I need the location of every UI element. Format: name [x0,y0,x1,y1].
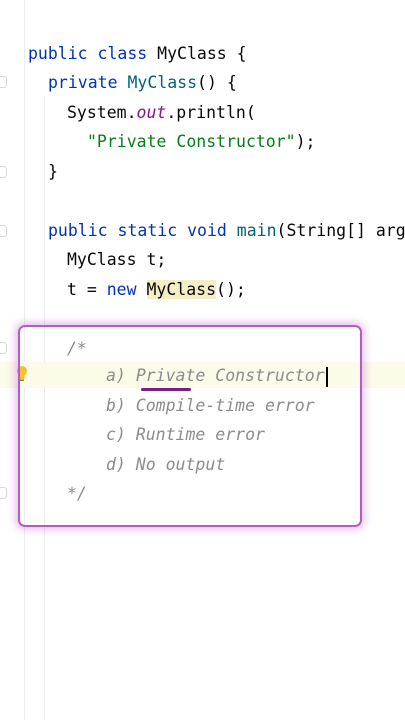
println-call[interactable]: System.out.println( [67,101,256,125]
main-declaration[interactable]: public static void main(String[] arg [48,219,405,243]
fold-marker-icon[interactable] [0,342,7,354]
fold-marker-icon[interactable] [0,166,7,178]
fold-marker-icon[interactable] [0,76,7,88]
variable-declaration[interactable]: MyClass t; [67,248,166,272]
question-highlight-box [18,325,362,527]
constructor-declaration[interactable]: private MyClass() { [48,71,237,95]
fold-marker-icon[interactable] [0,225,7,237]
fold-marker-icon[interactable] [0,487,7,499]
constructor-close-brace[interactable]: } [48,160,58,184]
class-declaration[interactable]: public class MyClass { [28,42,247,66]
assignment-statement[interactable]: t = new MyClass(); [67,278,246,302]
usage-highlight: MyClass [146,280,217,299]
println-argument[interactable]: "Private Constructor"); [87,130,316,154]
